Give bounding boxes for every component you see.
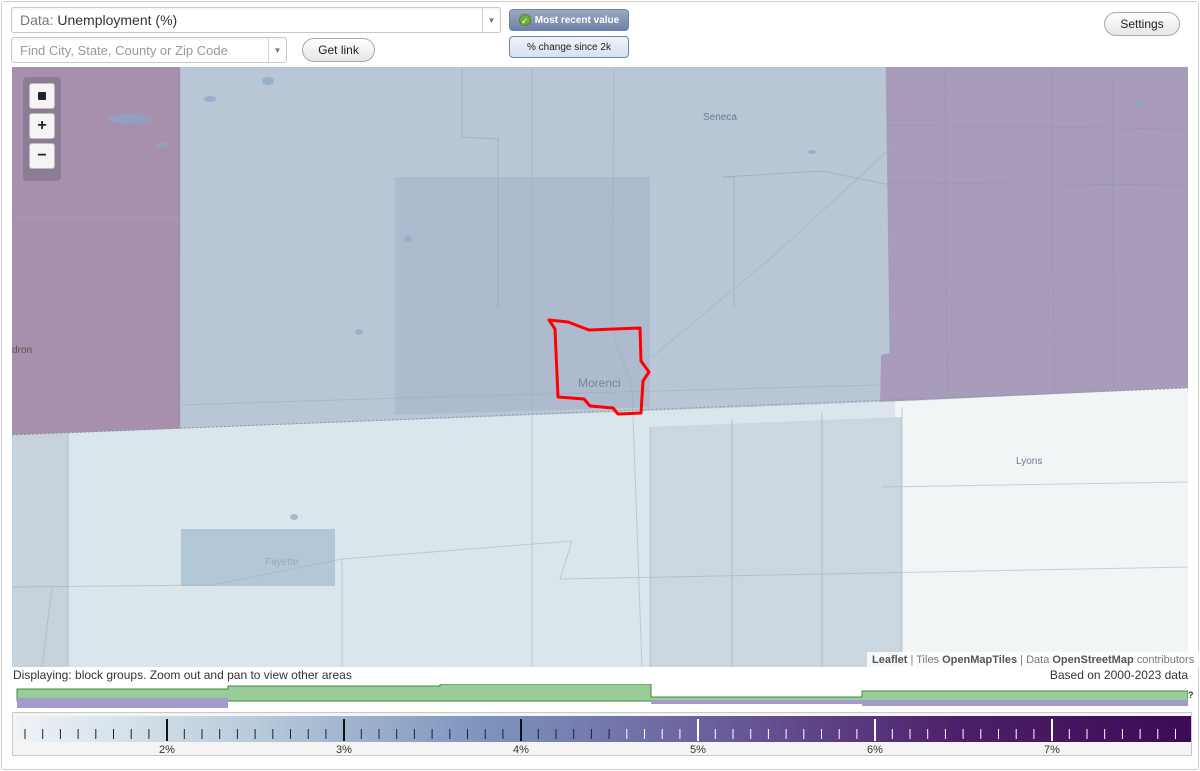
help-icon[interactable]: ? <box>1188 690 1194 700</box>
leaflet-link[interactable]: Leaflet <box>872 654 907 666</box>
region-east-high <box>880 67 1188 402</box>
fullscreen-icon <box>35 89 49 103</box>
legend-tick-label: 2% <box>159 744 175 756</box>
displaying-text: Displaying: block groups. Zoom out and p… <box>13 668 352 682</box>
settings-button[interactable]: Settings <box>1104 12 1180 36</box>
get-link-button[interactable]: Get link <box>302 38 375 62</box>
openstreetmap-link[interactable]: OpenStreetMap <box>1052 654 1133 666</box>
search-input[interactable] <box>12 38 268 62</box>
region-southwest <box>12 433 68 667</box>
zoom-in-button[interactable]: + <box>29 113 55 139</box>
place-label-seneca: Seneca <box>703 112 737 123</box>
legend-tick-label: 3% <box>336 744 352 756</box>
region-southeast-low <box>895 388 1188 667</box>
most-recent-value-label: Most recent value <box>534 14 620 26</box>
legend-tick-label: 4% <box>513 744 529 756</box>
place-label-hudson: dron <box>12 345 33 356</box>
search-box[interactable]: ▼ <box>11 37 287 63</box>
change-since-2k-button[interactable]: % change since 2k <box>509 36 629 58</box>
attribution-separator: | Tiles <box>907 653 943 666</box>
legend-tick-label: 5% <box>690 744 706 756</box>
data-select-text: Data: Unemployment (%) <box>12 12 482 28</box>
fit-extent-button[interactable] <box>29 83 55 109</box>
legend-gradient-bar <box>17 716 1191 742</box>
chevron-down-icon[interactable]: ▼ <box>482 8 500 32</box>
map-canvas <box>12 67 1188 667</box>
map-attribution: Leaflet | Tiles OpenMapTiles | Data Open… <box>867 652 1200 667</box>
place-label-morenci: Morenci <box>578 376 621 390</box>
place-label-lyons: Lyons <box>1016 456 1043 467</box>
place-label-fayette: Fayette <box>265 557 299 568</box>
color-legend: 2% 3% 4% 5% 6% 7% <box>12 712 1192 756</box>
chevron-down-icon[interactable]: ▼ <box>268 38 286 62</box>
based-on-text: Based on 2000-2023 data <box>1049 668 1188 682</box>
distribution-histogram <box>16 684 1188 710</box>
zoom-out-button[interactable]: − <box>29 143 55 169</box>
legend-tick-label: 7% <box>1044 744 1060 756</box>
check-icon: ✓ <box>518 14 531 26</box>
region-fayette <box>181 529 335 586</box>
attribution-contributors: contributors <box>1133 653 1195 666</box>
minus-icon: − <box>37 147 47 164</box>
data-select-value: Unemployment (%) <box>57 12 178 28</box>
data-select[interactable]: Data: Unemployment (%) ▼ <box>11 7 501 33</box>
plus-icon: + <box>37 117 47 134</box>
legend-scale: 2% 3% 4% 5% 6% 7% <box>17 716 1191 756</box>
attribution-separator: | Data <box>1017 653 1053 666</box>
legend-tick-label: 6% <box>867 744 883 756</box>
data-select-label: Data: <box>20 12 54 28</box>
region-south-mid <box>650 417 902 667</box>
most-recent-value-button[interactable]: ✓ Most recent value <box>509 9 629 31</box>
openmaptiles-link[interactable]: OpenMapTiles <box>942 654 1017 666</box>
map-view[interactable] <box>12 67 1188 667</box>
